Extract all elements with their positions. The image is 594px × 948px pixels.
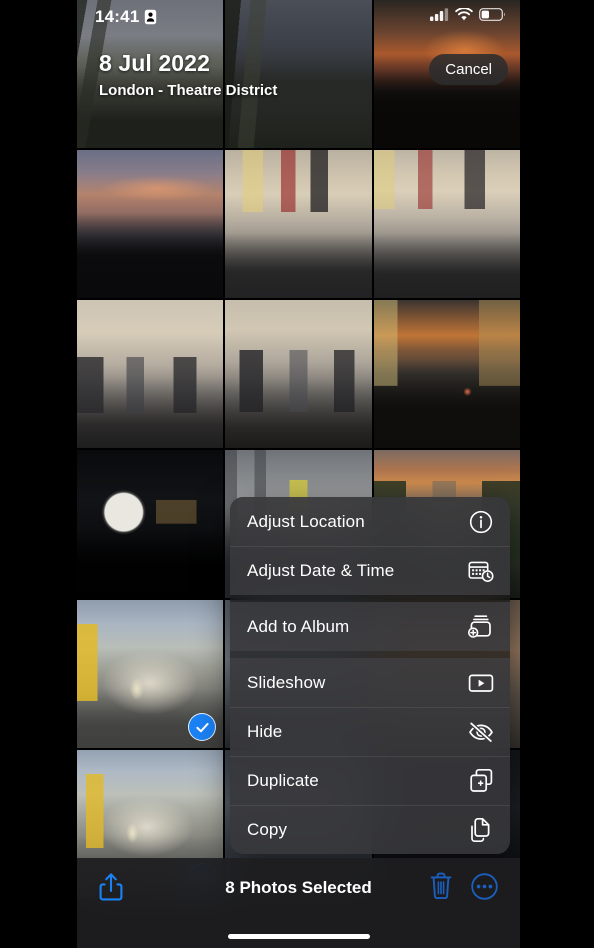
menu-item-hide[interactable]: Hide [230, 707, 510, 756]
menu-group-separator [230, 651, 510, 658]
photo-cell[interactable] [225, 300, 372, 448]
menu-item-duplicate[interactable]: Duplicate [230, 756, 510, 805]
photo-cell[interactable] [77, 600, 224, 748]
menu-item-adjust-location[interactable]: Adjust Location [230, 497, 510, 546]
menu-group-separator [230, 595, 510, 602]
menu-item-label: Hide [247, 721, 283, 741]
photo-cell[interactable] [373, 300, 520, 448]
photo-thumbnail [225, 0, 372, 148]
menu-group: Adjust Location Adjust Date & Time [230, 497, 510, 595]
screenshot-root: 14:41 8 Jul 2022 London - Theatre Distri… [0, 0, 594, 948]
delete-button[interactable] [429, 872, 453, 905]
album-add-icon [468, 614, 494, 640]
photo-thumbnail [373, 300, 520, 448]
photo-thumbnail [225, 150, 372, 298]
play-rectangle-icon [468, 670, 494, 696]
photo-thumbnail [77, 150, 224, 298]
menu-item-add-to-album[interactable]: Add to Album [230, 602, 510, 651]
menu-group: Slideshow Hide Duplicate Copy [230, 658, 510, 854]
calendar-clock-icon [468, 558, 494, 584]
photo-cell[interactable] [373, 150, 520, 298]
duplicate-icon [468, 768, 494, 794]
photo-cell[interactable] [77, 300, 224, 448]
menu-item-copy[interactable]: Copy [230, 805, 510, 854]
photo-thumbnail [77, 450, 224, 598]
menu-item-label: Adjust Location [247, 511, 365, 531]
menu-item-label: Add to Album [247, 616, 350, 636]
photo-thumbnail [77, 0, 224, 148]
more-circle-icon [471, 872, 498, 900]
selection-toolbar: 8 Photos Selected [77, 858, 520, 948]
photo-cell[interactable] [77, 150, 224, 298]
menu-item-slideshow[interactable]: Slideshow [230, 658, 510, 707]
menu-item-label: Duplicate [247, 770, 319, 790]
context-menu[interactable]: Adjust Location Adjust Date & Time Add t… [230, 497, 510, 854]
eye-slash-icon [468, 719, 494, 745]
photo-thumbnail [77, 300, 224, 448]
phone-viewport: 14:41 8 Jul 2022 London - Theatre Distri… [77, 0, 520, 948]
photo-thumbnail [225, 300, 372, 448]
menu-item-label: Copy [247, 819, 288, 839]
menu-item-label: Slideshow [247, 672, 326, 692]
menu-item-label: Adjust Date & Time [247, 560, 395, 580]
photo-cell[interactable] [77, 450, 224, 598]
copy-icon [468, 817, 494, 843]
share-button[interactable] [99, 872, 123, 907]
photo-cell[interactable] [225, 150, 372, 298]
more-options-button[interactable] [471, 872, 498, 905]
menu-item-adjust-date-time[interactable]: Adjust Date & Time [230, 546, 510, 595]
photo-thumbnail [373, 150, 520, 298]
info-circle-icon [468, 509, 494, 535]
toolbar-right-actions [429, 872, 498, 905]
trash-icon [430, 872, 452, 900]
home-indicator [227, 934, 370, 939]
cancel-button[interactable]: Cancel [429, 54, 508, 85]
photo-cell[interactable] [77, 0, 224, 148]
share-icon [99, 873, 123, 901]
menu-group: Add to Album [230, 602, 510, 651]
photo-cell[interactable] [225, 0, 372, 148]
